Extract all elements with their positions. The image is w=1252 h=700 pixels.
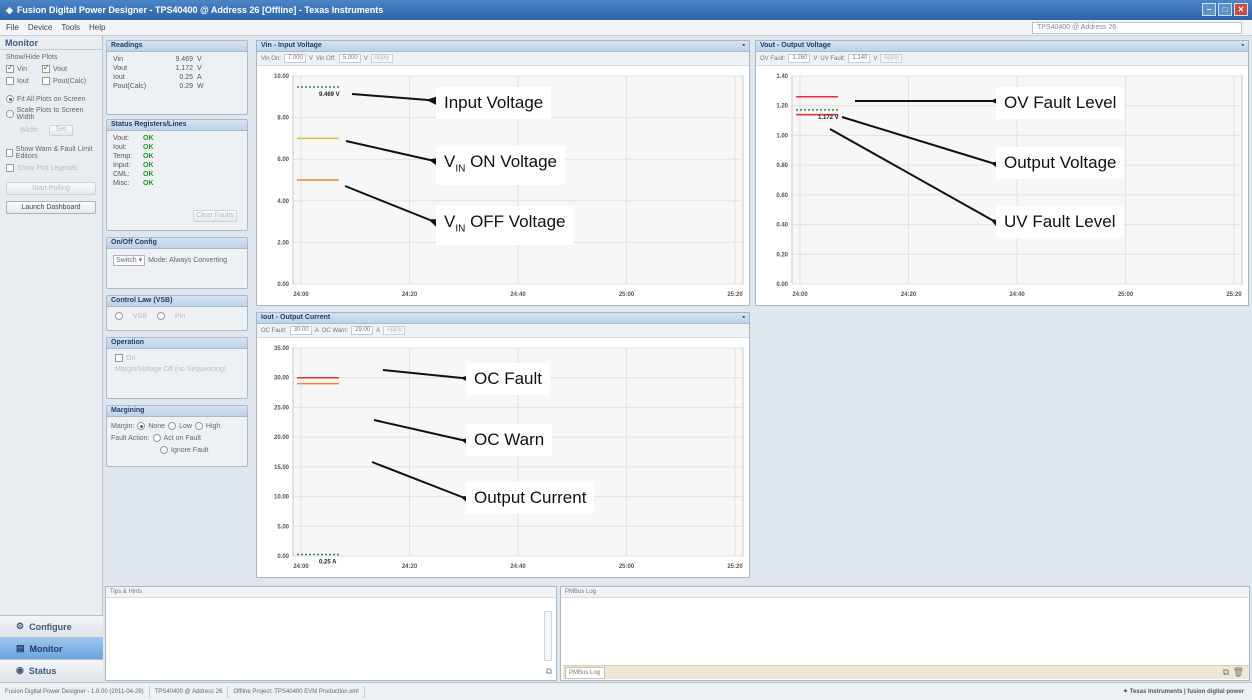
copy-icon[interactable]: ⧉ [546, 666, 552, 677]
arrow-vin-on [345, 140, 450, 172]
arrow-oc-warn [373, 419, 482, 452]
copy-icon[interactable]: ⧉ [1223, 667, 1229, 678]
annotation-output-voltage: Output Voltage [996, 147, 1125, 179]
annotation-uv-fault: UV Fault Level [996, 206, 1124, 238]
ti-logo: ✦ Texas Instruments | fusion digital pow… [1123, 688, 1244, 695]
annotation-vin-off: VIN OFF Voltage [436, 206, 574, 246]
arrow-output-current [371, 461, 482, 511]
bottom-pane: Tips & Hints ⧉ PMBus Log PMBus Log ⧉ 🗑 [105, 586, 1250, 681]
tips-scrollbar[interactable] [544, 611, 552, 661]
ti-logo-icon: ✦ [1123, 689, 1129, 695]
annotation-oc-warn: OC Warn [466, 424, 553, 456]
status-version: Fusion Digital Power Designer - 1.8.00 (… [0, 685, 150, 698]
trash-icon[interactable]: 🗑 [1233, 667, 1244, 678]
pmbus-log-panel: PMBus Log PMBus Log ⧉ 🗑 [560, 586, 1250, 681]
pmbus-log-title: PMBus Log [561, 587, 1249, 598]
status-project: Offline Project: TPS40400 EVM Production… [228, 685, 365, 698]
annotation-oc-fault: OC Fault [466, 363, 551, 395]
status-bar: Fusion Digital Power Designer - 1.8.00 (… [0, 682, 1252, 700]
status-device: TPS40400 @ Address 26 [150, 685, 229, 698]
pmbus-log-tabstrip: PMBus Log ⧉ 🗑 [563, 665, 1249, 679]
status-brand: Texas Instruments | fusion digital power [1129, 689, 1244, 695]
arrow-input-voltage [351, 93, 447, 110]
tips-title: Tips & Hints [106, 587, 556, 598]
annotation-ov-fault: OV Fault Level [996, 87, 1125, 119]
annotation-output-current: Output Current [466, 482, 595, 514]
arrow-oc-fault [382, 369, 481, 388]
arrow-output-voltage [841, 116, 1012, 176]
tips-panel: Tips & Hints ⧉ [105, 586, 557, 681]
arrow-vin-off [344, 185, 450, 235]
pmbus-log-tab[interactable]: PMBus Log [565, 667, 605, 679]
annotation-input-voltage: Input Voltage [436, 87, 552, 119]
arrow-uv-fault [829, 128, 1012, 236]
annotation-vin-on: VIN ON Voltage [436, 146, 566, 186]
